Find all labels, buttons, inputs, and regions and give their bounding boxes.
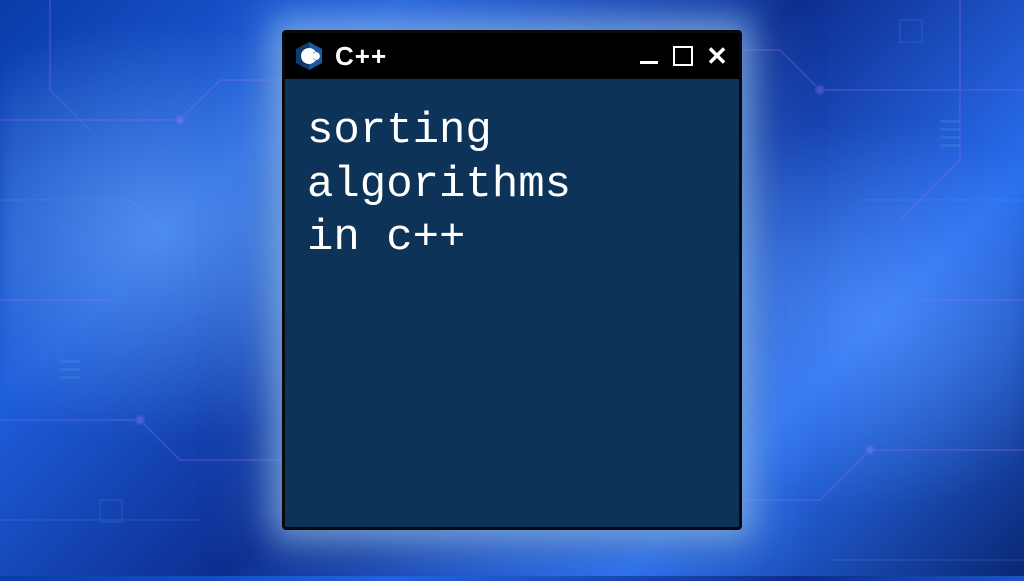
content-text: sorting algorithms in c++: [307, 105, 717, 266]
window-title: C++: [335, 41, 387, 72]
minimize-button[interactable]: [637, 44, 661, 68]
cpp-logo-icon: [293, 40, 325, 72]
window-controls: ✕: [637, 44, 729, 68]
application-window: C++ ✕ sorting algorithms in c++: [282, 30, 742, 530]
close-button[interactable]: ✕: [705, 44, 729, 68]
window-content-area: sorting algorithms in c++: [285, 79, 739, 527]
maximize-button[interactable]: [671, 44, 695, 68]
titlebar[interactable]: C++ ✕: [285, 33, 739, 79]
